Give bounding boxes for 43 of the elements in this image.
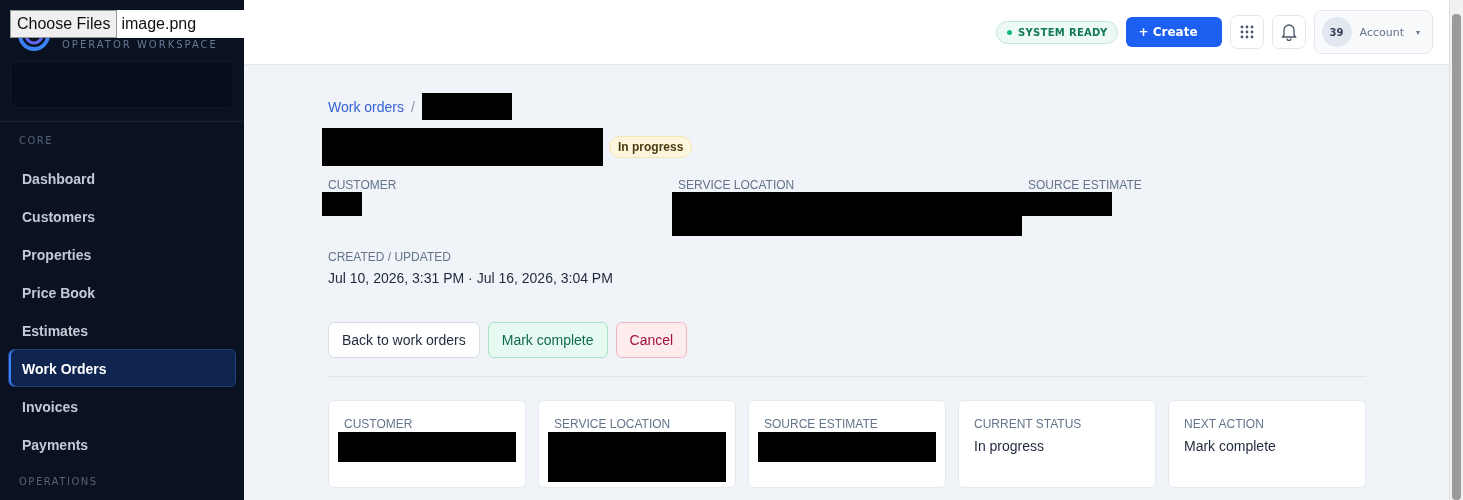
brand-subtitle: OPERATOR WORKSPACE (62, 39, 218, 50)
logo-icon (18, 38, 50, 51)
nav-item[interactable]: Properties (8, 235, 236, 273)
field-value: Jul 10, 2026, 3:31 PM · Jul 16, 2026, 3:04 PM (328, 270, 614, 286)
status-badge: In progress (609, 136, 693, 158)
card-label: CUSTOMER (344, 417, 414, 431)
scrollbar[interactable] (1449, 0, 1463, 500)
status-pill: SYSTEM READY (996, 20, 1119, 44)
action-button[interactable]: Mark complete (487, 322, 608, 358)
nav-item[interactable]: Price Book (8, 273, 236, 311)
field-label: SERVICE LOCATION (678, 178, 796, 192)
grid-icon (1239, 25, 1254, 39)
card-value: In progress (974, 438, 1046, 454)
action-button[interactable]: Cancel (615, 322, 688, 358)
card-label: SOURCE ESTIMATE (764, 417, 879, 431)
notifications-button[interactable] (1271, 15, 1306, 49)
apps-button[interactable] (1229, 15, 1264, 49)
field-label: CUSTOMER (328, 178, 398, 192)
account-button[interactable]: 39 Account ▾ (1313, 10, 1433, 54)
choose-files-button[interactable]: Choose Files (10, 10, 118, 38)
section-heading: OPERATIONS (18, 475, 99, 489)
nav-item[interactable]: Estimates (8, 311, 236, 349)
create-button[interactable]: + Create (1126, 17, 1222, 47)
section-heading: CORE (18, 134, 55, 148)
nav-item[interactable]: Customers (8, 197, 236, 235)
field-label: CREATED / UPDATED (328, 250, 452, 264)
file-name: image.png (121, 15, 197, 33)
caret-icon: ▾ (1416, 27, 1420, 37)
card-label: CURRENT STATUS (974, 417, 1083, 431)
nav-item[interactable]: Invoices (8, 387, 236, 425)
breadcrumb-separator: / (411, 98, 415, 115)
avatar-badge: 39 (1321, 17, 1352, 47)
breadcrumb-link[interactable]: Work orders (328, 98, 404, 115)
nav-item[interactable]: Dashboard (8, 159, 236, 197)
nav-item[interactable]: Payments (8, 425, 236, 463)
action-button[interactable]: Back to work orders (328, 322, 480, 358)
bell-icon (1280, 23, 1297, 41)
account-label: Account (1359, 25, 1404, 39)
card-label: NEXT ACTION (1184, 417, 1265, 431)
card-label: SERVICE LOCATION (554, 417, 672, 431)
nav-item[interactable]: Work Orders (8, 349, 236, 387)
field-label: SOURCE ESTIMATE (1028, 178, 1143, 192)
card-value: Mark complete (1184, 438, 1277, 454)
